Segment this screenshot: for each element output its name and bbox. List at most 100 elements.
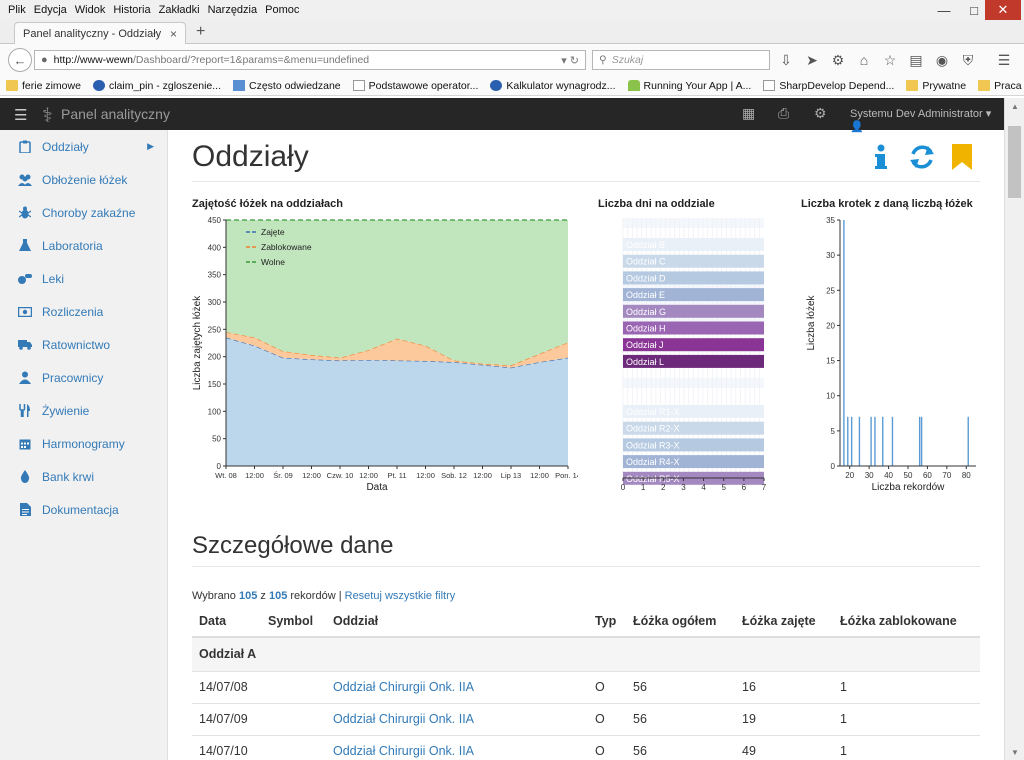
menu-historia[interactable]: Historia xyxy=(113,4,150,16)
shield-icon[interactable]: ⛨ xyxy=(958,50,978,70)
bookmark-item[interactable]: Prywatne xyxy=(906,80,966,92)
reader-icon[interactable]: ▤ xyxy=(906,50,926,70)
bar xyxy=(882,416,884,466)
pocket-icon[interactable]: ◉ xyxy=(932,50,952,70)
new-tab-icon[interactable]: + xyxy=(196,23,205,41)
bar xyxy=(918,416,921,466)
bookmark-item[interactable]: Running Your App | A... xyxy=(627,80,751,92)
url-bar[interactable]: ● http://www-wewn /Dashboard/?report=1&p… xyxy=(34,50,586,70)
ward-link[interactable]: Oddział Chirurgii Onk. IIA xyxy=(333,744,474,758)
x-tick-label: 30 xyxy=(865,471,874,480)
page-scrollbar[interactable]: ▲ ▼ xyxy=(1004,98,1024,760)
bookmark-item[interactable]: Podstawowe operator... xyxy=(352,80,478,92)
reset-filters-link[interactable]: Resetuj wszystkie filtry xyxy=(345,590,456,602)
close-window-button[interactable]: ✕ xyxy=(985,0,1021,20)
sidebar-item-pracownicy[interactable]: Pracownicy xyxy=(0,361,168,394)
sidebar-item-zywienie[interactable]: Żywienie xyxy=(0,394,168,427)
sidebar-item-oddzialy[interactable]: Oddziały ▶ xyxy=(0,130,168,163)
menu-widok[interactable]: Widok xyxy=(75,4,106,16)
addon-icon[interactable]: ⚙ xyxy=(828,50,848,70)
bookmark-item[interactable]: claim_pin - zgloszenie... xyxy=(92,80,221,92)
sidebar-item-harmonogramy[interactable]: Harmonogramy xyxy=(0,427,168,460)
scroll-thumb[interactable] xyxy=(1008,126,1021,198)
close-tab-icon[interactable]: × xyxy=(170,27,177,41)
col-header-data[interactable]: Data xyxy=(192,605,261,638)
bookmark-item[interactable]: Kalkulator wynagrodz... xyxy=(490,80,616,92)
bookmark-star-icon[interactable]: ☆ xyxy=(880,50,900,70)
downloads-icon[interactable]: ⇩ xyxy=(776,50,796,70)
sidebar-item-ratownictwo[interactable]: Ratownictwo xyxy=(0,328,168,361)
grid-icon[interactable]: ▦ xyxy=(742,105,755,122)
sidebar-item-bank-krwi[interactable]: Bank krwi xyxy=(0,460,168,493)
y-tick-label: 300 xyxy=(208,298,222,307)
col-header-symbol[interactable]: Symbol xyxy=(261,605,326,638)
sidebar-item-dokumentacja[interactable]: Dokumentacja xyxy=(0,493,168,526)
col-header-oddzial[interactable]: Oddział xyxy=(326,605,588,638)
menu-edycja[interactable]: Edycja xyxy=(34,4,67,16)
x-tick-label: Pon. 14 xyxy=(555,471,578,480)
settings-gear-icon[interactable]: ⚙ xyxy=(814,105,827,122)
flask-icon xyxy=(18,239,32,253)
x-axis-label: Data xyxy=(366,482,388,493)
scroll-down-icon[interactable]: ▼ xyxy=(1005,744,1024,760)
browser-navbar: ← ● http://www-wewn /Dashboard/?report=1… xyxy=(0,44,1024,76)
bar xyxy=(850,416,853,466)
table-row: 14/07/10 Oddział Chirurgii Onk. IIA O 56 … xyxy=(192,735,980,760)
browser-menu-icon[interactable]: ☰ xyxy=(994,50,1014,70)
y-tick-label: 450 xyxy=(208,216,222,225)
x-tick-label: 70 xyxy=(942,471,951,480)
browser-tab[interactable]: Panel analityczny - Oddziały × xyxy=(14,22,186,45)
col-header-lozka-ogolem[interactable]: Łóżka ogółem xyxy=(626,605,735,638)
x-tick-label: Śr. 09 xyxy=(273,471,293,480)
bookmark-item[interactable]: Często odwiedzane xyxy=(233,80,341,92)
col-header-typ[interactable]: Typ xyxy=(588,605,626,638)
sidebar-item-rozliczenia[interactable]: Rozliczenia xyxy=(0,295,168,328)
x-tick-label: 80 xyxy=(962,471,971,480)
sidebar-item-oblozenie[interactable]: Obłożenie łóżek xyxy=(0,163,168,196)
bar xyxy=(843,220,845,466)
back-button[interactable]: ← xyxy=(8,48,32,72)
info-icon[interactable] xyxy=(874,144,888,170)
globe-icon xyxy=(490,80,503,91)
hamburger-menu-icon[interactable]: ☰ xyxy=(14,106,27,124)
x-tick-label: 60 xyxy=(923,471,932,480)
folder-icon xyxy=(906,80,919,91)
chart3-title: Liczba krotek z daną liczbą łóżek xyxy=(801,198,973,210)
col-header-lozka-zajete[interactable]: Łóżka zajęte xyxy=(735,605,833,638)
sidebar-item-laboratoria[interactable]: Laboratoria xyxy=(0,229,168,262)
y-tick-label: 100 xyxy=(208,407,222,416)
site-identity-icon[interactable]: ● xyxy=(41,54,48,66)
refresh-icon[interactable] xyxy=(908,144,936,170)
maximize-button[interactable]: □ xyxy=(960,0,988,20)
sidebar-item-choroby[interactable]: Choroby zakaźne xyxy=(0,196,168,229)
android-icon xyxy=(627,80,640,91)
x-tick-label: 4 xyxy=(701,483,706,492)
x-tick-label: 3 xyxy=(681,483,686,492)
search-input[interactable]: ⚲ Szukaj xyxy=(592,50,770,70)
print-icon[interactable]: ⎙ xyxy=(778,105,789,122)
bookmark-item[interactable]: ferie zimowe xyxy=(6,80,81,92)
menu-pomoc[interactable]: Pomoc xyxy=(265,4,299,16)
menu-zakladki[interactable]: Zakładki xyxy=(159,4,200,16)
y-tick-label: 250 xyxy=(208,325,222,334)
bookmark-item[interactable]: Praca xyxy=(978,80,1022,92)
minimize-button[interactable]: — xyxy=(930,0,958,20)
ward-link[interactable]: Oddział Chirurgii Onk. IIA xyxy=(333,712,474,726)
menu-plik[interactable]: Plik xyxy=(8,4,26,16)
bookmark-item[interactable]: SharpDevelop Depend... xyxy=(763,80,894,92)
scroll-up-icon[interactable]: ▲ xyxy=(1005,98,1024,114)
sidebar-item-leki[interactable]: Leki xyxy=(0,262,168,295)
x-tick-label: Pt. 11 xyxy=(387,471,406,480)
file-text-icon xyxy=(18,503,32,517)
user-md-icon xyxy=(18,371,32,385)
ward-link[interactable]: Oddział Chirurgii Onk. IIA xyxy=(333,680,474,694)
col-header-lozka-zablokowane[interactable]: Łóżka zablokowane xyxy=(833,605,980,638)
menu-narzedzia[interactable]: Narzędzia xyxy=(208,4,258,16)
send-icon[interactable]: ➤ xyxy=(802,50,822,70)
bookmark-icon[interactable] xyxy=(952,144,972,170)
home-icon[interactable]: ⌂ xyxy=(854,50,874,70)
reload-icon[interactable]: ▾ ↻ xyxy=(561,54,579,67)
x-tick-label: 12:00 xyxy=(359,471,378,480)
bug-icon xyxy=(18,206,32,220)
x-axis-label: Liczba rekordów xyxy=(872,482,946,493)
